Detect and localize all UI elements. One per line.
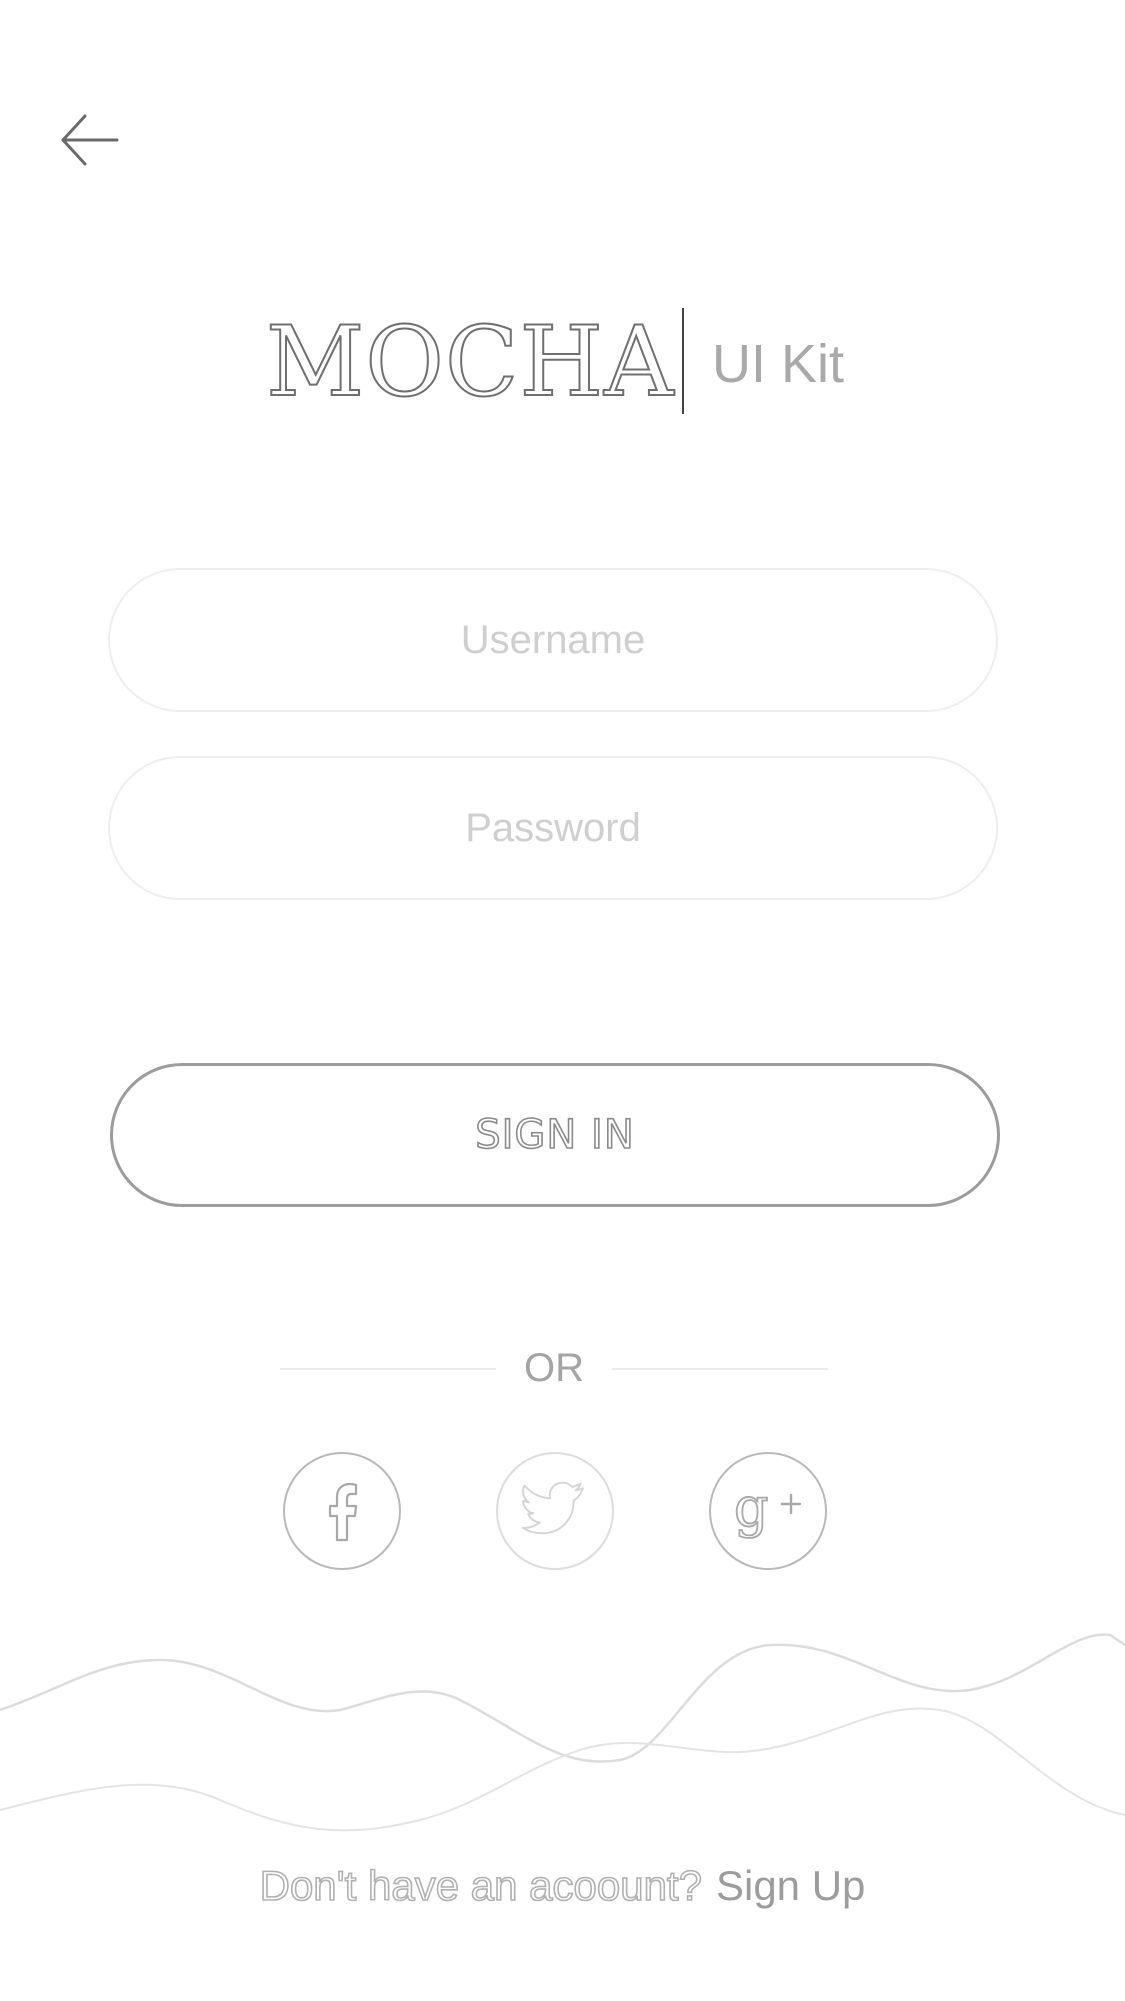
sign-up-prompt: Don't have an acoount? Sign Up (0, 1858, 1125, 1914)
svg-text:g: g (734, 1476, 769, 1539)
logo-subtitle: UI Kit (712, 334, 845, 394)
password-field-container (108, 756, 998, 900)
no-account-text: Don't have an acoount? (259, 1861, 703, 1910)
logo-divider (682, 308, 684, 414)
sign-up-link[interactable]: Sign Up (716, 1862, 865, 1909)
decorative-waves (0, 1633, 1125, 1832)
google-plus-login-button[interactable]: g (709, 1452, 827, 1570)
twitter-icon (521, 1481, 584, 1535)
google-plus-icon: g (733, 1476, 802, 1540)
or-divider: OR (280, 1340, 828, 1396)
app-logo: MOCHA UI Kit (265, 306, 866, 418)
divider-line-right (612, 1368, 828, 1370)
username-input[interactable] (110, 570, 996, 710)
password-input[interactable] (110, 758, 996, 898)
logo-wordmark: MOCHA (265, 306, 675, 418)
username-field-container (108, 568, 998, 712)
facebook-login-button[interactable] (283, 1452, 401, 1570)
twitter-login-button[interactable] (496, 1452, 614, 1570)
arrow-left-icon (61, 114, 119, 166)
facebook-icon (328, 1482, 358, 1542)
back-button[interactable] (55, 108, 125, 172)
sign-in-label: SIGN IN (474, 1111, 635, 1159)
sign-in-button[interactable]: SIGN IN (110, 1063, 1000, 1207)
